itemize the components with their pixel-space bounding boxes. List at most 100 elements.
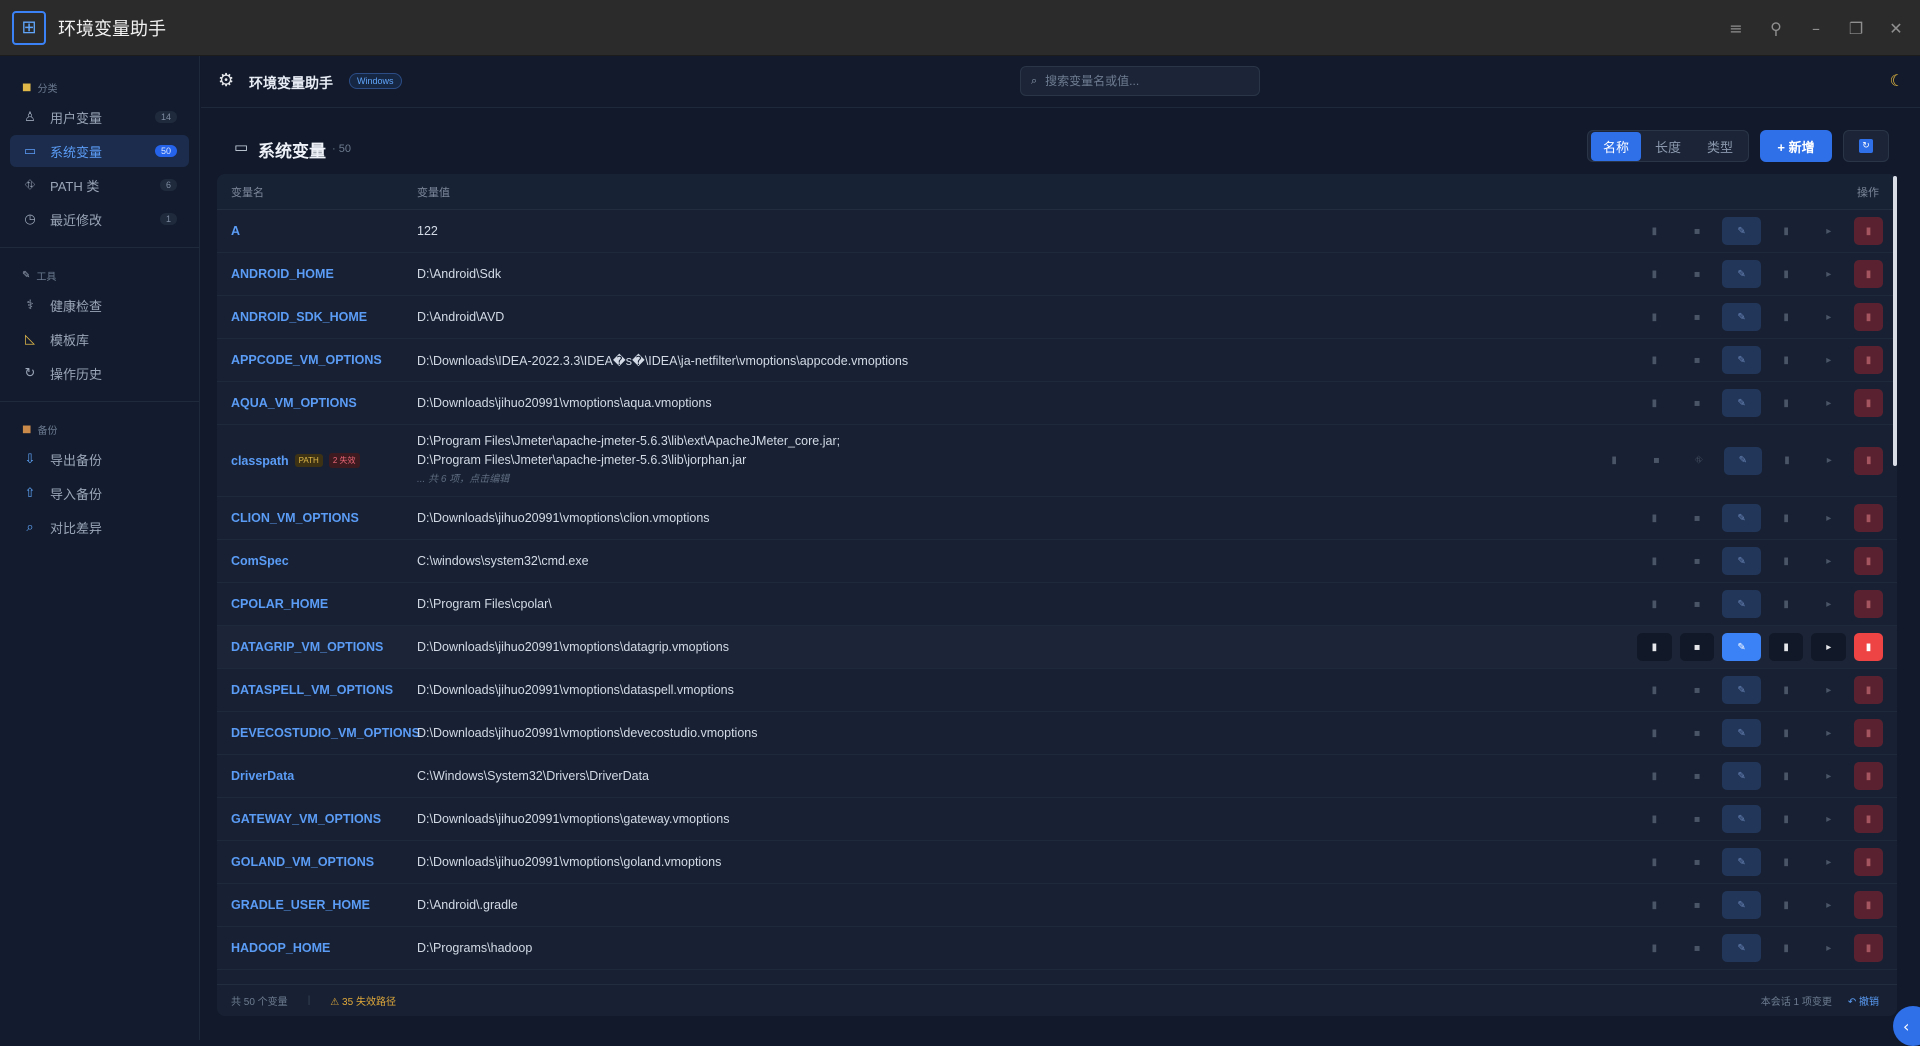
variable-name[interactable]: GOLAND_VM_OPTIONS	[217, 855, 417, 869]
table-row[interactable]: ANDROID_SDK_HOME D:\Android\AVD ▮ ▪ ✎ ▮ ▸ ▮	[217, 296, 1897, 339]
table-row[interactable]: classpath PATH 2 失效 D:\Program Files\Jmeter…	[217, 425, 1897, 497]
variable-name[interactable]: A	[217, 224, 417, 238]
variable-name[interactable]: DATAGRIP_VM_OPTIONS	[217, 640, 417, 654]
variable-value[interactable]: D:\Android\AVD	[417, 310, 1637, 324]
sidebar-item-import[interactable]: ⇧ 导入备份	[10, 477, 189, 509]
copy-button[interactable]: ▮	[1637, 762, 1672, 790]
view-button[interactable]: ▮	[1769, 590, 1804, 618]
table-row[interactable]: AQUA_VM_OPTIONS D:\Downloads\jihuo20991\v…	[217, 382, 1897, 425]
tag-button[interactable]: ▸	[1811, 762, 1846, 790]
table-row[interactable]: DATASPELL_VM_OPTIONS D:\Downloads\jihuo20…	[217, 669, 1897, 712]
delete-button[interactable]: ▮	[1854, 260, 1883, 288]
view-button[interactable]: ▮	[1769, 676, 1804, 704]
tag-button[interactable]: ▸	[1811, 590, 1846, 618]
save-button[interactable]: ▪	[1680, 303, 1715, 331]
delete-button[interactable]: ▮	[1854, 633, 1883, 661]
copy-button[interactable]: ▮	[1637, 676, 1672, 704]
view-button[interactable]: ▮	[1769, 389, 1804, 417]
variable-name[interactable]: DEVECOSTUDIO_VM_OPTIONS	[217, 726, 420, 740]
save-button[interactable]: ▪	[1680, 217, 1715, 245]
delete-button[interactable]: ▮	[1854, 762, 1883, 790]
copy-button[interactable]: ▮	[1597, 447, 1631, 475]
variable-name[interactable]: ANDROID_SDK_HOME	[217, 310, 417, 324]
save-button[interactable]: ▪	[1680, 719, 1715, 747]
edit-button[interactable]: ✎	[1722, 633, 1761, 661]
undo-button[interactable]: ↶ 撤销	[1848, 993, 1879, 1008]
variable-name[interactable]: HADOOP_HOME	[217, 941, 417, 955]
variable-value[interactable]: D:\Program Files\Jmeter\apache-jmeter-5.…	[417, 432, 1597, 489]
delete-button[interactable]: ▮	[1854, 590, 1883, 618]
copy-button[interactable]: ▮	[1637, 303, 1672, 331]
edit-button[interactable]: ✎	[1723, 446, 1762, 475]
tag-button[interactable]: ▸	[1811, 260, 1846, 288]
table-row[interactable]: CLION_VM_OPTIONS D:\Downloads\jihuo20991\…	[217, 497, 1897, 540]
edit-button[interactable]: ✎	[1722, 891, 1761, 919]
copy-button[interactable]: ▮	[1637, 891, 1672, 919]
tag-button[interactable]: ▸	[1811, 303, 1846, 331]
copy-button[interactable]: ▮	[1637, 260, 1672, 288]
table-row[interactable]: GOLAND_VM_OPTIONS D:\Downloads\jihuo20991…	[217, 841, 1897, 884]
tag-button[interactable]: ▸	[1811, 504, 1846, 532]
sidebar-item-health[interactable]: ⚕ 健康检查	[10, 289, 189, 321]
edit-button[interactable]: ✎	[1722, 260, 1761, 288]
delete-button[interactable]: ▮	[1854, 303, 1883, 331]
delete-button[interactable]: ▮	[1854, 446, 1883, 475]
variable-value[interactable]: D:\Programs\hadoop	[417, 941, 1637, 955]
edit-button[interactable]: ✎	[1722, 389, 1761, 417]
sort-by-name[interactable]: 名称	[1591, 131, 1642, 161]
sidebar-item-path[interactable]: ⛗ PATH 类 6	[10, 169, 189, 201]
table-row[interactable]: A 122 ▮ ▪ ✎ ▮ ▸ ▮	[217, 210, 1897, 253]
save-button[interactable]: ▪	[1680, 676, 1715, 704]
delete-button[interactable]: ▮	[1854, 848, 1883, 876]
copy-button[interactable]: ▮	[1637, 633, 1672, 661]
edit-button[interactable]: ✎	[1722, 590, 1761, 618]
path-edit-button[interactable]: ⛗	[1682, 447, 1716, 475]
table-row[interactable]: CPOLAR_HOME D:\Program Files\cpolar\ ▮ ▪ ✎ ▮ ▸…	[217, 583, 1897, 626]
edit-button[interactable]: ✎	[1722, 848, 1761, 876]
edit-button[interactable]: ✎	[1722, 762, 1761, 790]
view-button[interactable]: ▮	[1769, 848, 1804, 876]
delete-button[interactable]: ▮	[1854, 891, 1883, 919]
value-more-hint[interactable]: ... 共 6 项，点击编辑	[417, 470, 1597, 489]
sidebar-item-user-vars[interactable]: ♙ 用户变量 14	[10, 101, 189, 133]
close-icon[interactable]: ✕	[1886, 19, 1906, 38]
sort-by-length[interactable]: 长度	[1643, 132, 1693, 161]
restore-icon[interactable]: ❐	[1846, 19, 1866, 38]
variable-value[interactable]: D:\Program Files\cpolar\	[417, 597, 1637, 611]
view-button[interactable]: ▮	[1770, 447, 1804, 475]
variable-value[interactable]: D:\Android\.gradle	[417, 898, 1637, 912]
variable-value[interactable]: D:\Downloads\jihuo20991\vmoptions\clion.…	[417, 511, 1637, 525]
search-input[interactable]	[1045, 74, 1236, 88]
moon-icon[interactable]: ☾	[1890, 71, 1904, 90]
tag-button[interactable]: ▸	[1811, 805, 1846, 833]
sidebar-item-templates[interactable]: ◺ 模板库	[10, 323, 189, 355]
copy-button[interactable]: ▮	[1637, 590, 1672, 618]
tag-button[interactable]: ▸	[1811, 389, 1846, 417]
variable-value[interactable]: 122	[417, 224, 1637, 238]
table-row[interactable]: ANDROID_HOME D:\Android\Sdk ▮ ▪ ✎ ▮ ▸ ▮	[217, 253, 1897, 296]
variable-value[interactable]: D:\Downloads\jihuo20991\vmoptions\aqua.v…	[417, 396, 1637, 410]
view-button[interactable]: ▮	[1769, 547, 1804, 575]
variable-name[interactable]: classpath PATH 2 失效	[217, 453, 417, 468]
copy-button[interactable]: ▮	[1637, 848, 1672, 876]
delete-button[interactable]: ▮	[1854, 504, 1883, 532]
save-button[interactable]: ▪	[1639, 447, 1673, 475]
delete-button[interactable]: ▮	[1854, 719, 1883, 747]
scrollbar[interactable]	[1893, 176, 1897, 466]
view-button[interactable]: ▮	[1769, 762, 1804, 790]
save-button[interactable]: ▪	[1680, 848, 1715, 876]
sidebar-item-history[interactable]: ↻ 操作历史	[10, 357, 189, 389]
minimize-icon[interactable]: –	[1806, 19, 1826, 38]
search-box[interactable]: ⌕	[1020, 66, 1260, 96]
copy-button[interactable]: ▮	[1637, 346, 1672, 374]
tag-button[interactable]: ▸	[1811, 891, 1846, 919]
variable-name[interactable]: AQUA_VM_OPTIONS	[217, 396, 417, 410]
view-button[interactable]: ▮	[1769, 891, 1804, 919]
variable-value[interactable]: D:\Downloads\IDEA-2022.3.3\IDEA�s�\IDEA\…	[417, 353, 1637, 368]
tag-button[interactable]: ▸	[1811, 934, 1846, 962]
view-button[interactable]: ▮	[1769, 504, 1804, 532]
delete-button[interactable]: ▮	[1854, 217, 1883, 245]
copy-button[interactable]: ▮	[1637, 217, 1672, 245]
save-button[interactable]: ▪	[1680, 547, 1715, 575]
tag-button[interactable]: ▸	[1811, 719, 1846, 747]
